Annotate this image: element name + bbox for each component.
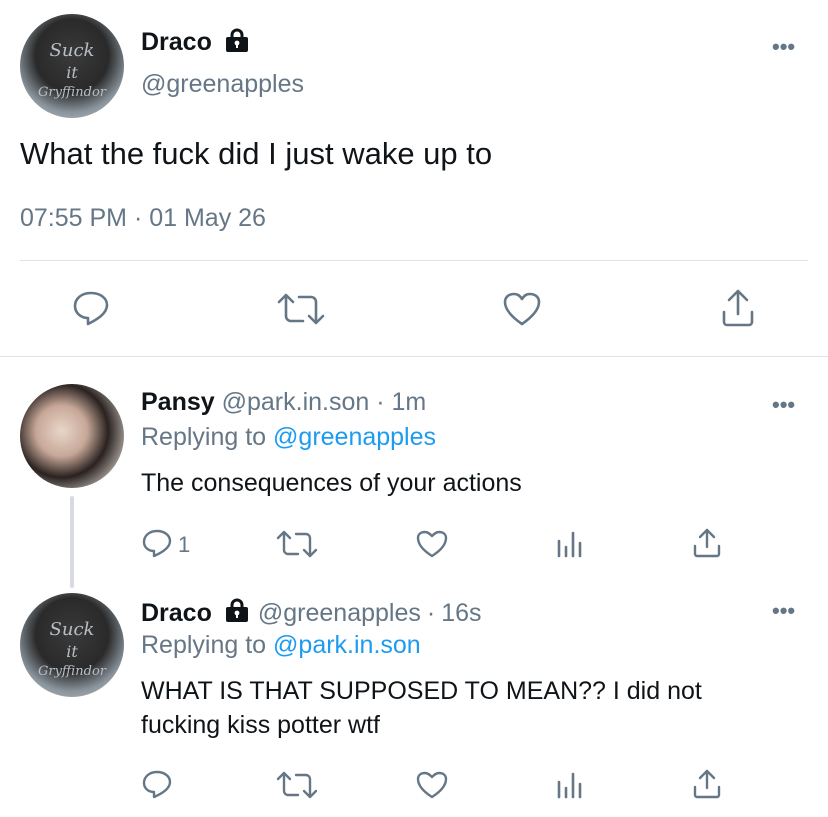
handle[interactable]: @greenapples	[258, 599, 421, 628]
share-icon[interactable]	[692, 768, 722, 800]
tweet-timestamp[interactable]: 07:55 PM · 01 May 26	[20, 204, 266, 233]
avatar[interactable]: Suck it Gryffindor	[20, 14, 124, 118]
avatar-scrawl: Suck	[49, 40, 95, 61]
more-options-icon[interactable]: •••	[772, 392, 795, 418]
reply-header: Pansy @park.in.son · 1m	[141, 388, 426, 417]
reply-icon[interactable]	[141, 769, 173, 799]
replying-to-link[interactable]: @park.in.son	[273, 631, 421, 659]
thread-line	[70, 496, 74, 588]
replying-to: Replying to @park.in.son	[141, 631, 421, 660]
reply-time[interactable]: 16s	[441, 599, 481, 628]
analytics-icon[interactable]	[556, 770, 582, 800]
share-icon[interactable]	[692, 527, 722, 559]
handle[interactable]: @park.in.son	[222, 388, 370, 416]
avatar[interactable]: Suck it Gryffindor	[20, 593, 124, 697]
avatar-scrawl: Gryffindor	[37, 85, 107, 100]
analytics-icon[interactable]	[556, 529, 582, 559]
divider	[20, 260, 808, 261]
separator: ·	[376, 388, 385, 416]
reply-icon[interactable]	[141, 528, 173, 558]
section-divider	[0, 356, 828, 357]
display-name[interactable]: Pansy	[141, 388, 215, 416]
avatar-scrawl: Gryffindor	[37, 664, 107, 679]
tweet-text: What the fuck did I just wake up to	[20, 136, 493, 171]
avatar-scrawl: it	[66, 642, 78, 661]
reply-header: Draco @greenapples · 16s	[141, 598, 482, 629]
replying-label: Replying to	[141, 631, 267, 659]
lock-icon	[224, 598, 250, 629]
heart-icon[interactable]	[415, 529, 449, 559]
share-icon[interactable]	[720, 288, 756, 328]
reply-time[interactable]: 1m	[392, 388, 427, 416]
reply-text: The consequences of your actions	[141, 469, 522, 497]
heart-icon[interactable]	[415, 770, 449, 800]
retweet-icon[interactable]	[275, 292, 327, 326]
more-options-icon[interactable]: •••	[772, 34, 795, 60]
replying-label: Replying to	[141, 423, 267, 451]
heart-icon[interactable]	[502, 291, 542, 327]
reply-count: 1	[178, 532, 191, 557]
avatar[interactable]	[20, 384, 124, 488]
handle[interactable]: @greenapples	[141, 70, 304, 99]
retweet-icon[interactable]	[275, 530, 319, 558]
author-row: Draco	[141, 26, 250, 58]
reply-icon[interactable]	[72, 290, 110, 326]
retweet-icon[interactable]	[275, 771, 319, 799]
display-name[interactable]: Draco	[141, 28, 212, 57]
replying-to: Replying to @greenapples	[141, 423, 436, 452]
more-options-icon[interactable]: •••	[772, 598, 795, 624]
reply-text-line: WHAT IS THAT SUPPOSED TO MEAN?? I did no…	[141, 677, 702, 705]
reply-text-line: fucking kiss potter wtf	[141, 711, 380, 739]
replying-to-link[interactable]: @greenapples	[273, 423, 436, 451]
lock-icon	[224, 28, 250, 57]
display-name[interactable]: Draco	[141, 599, 212, 628]
avatar-scrawl: Suck	[49, 619, 95, 640]
avatar-scrawl: it	[66, 63, 78, 82]
separator: ·	[426, 599, 436, 627]
